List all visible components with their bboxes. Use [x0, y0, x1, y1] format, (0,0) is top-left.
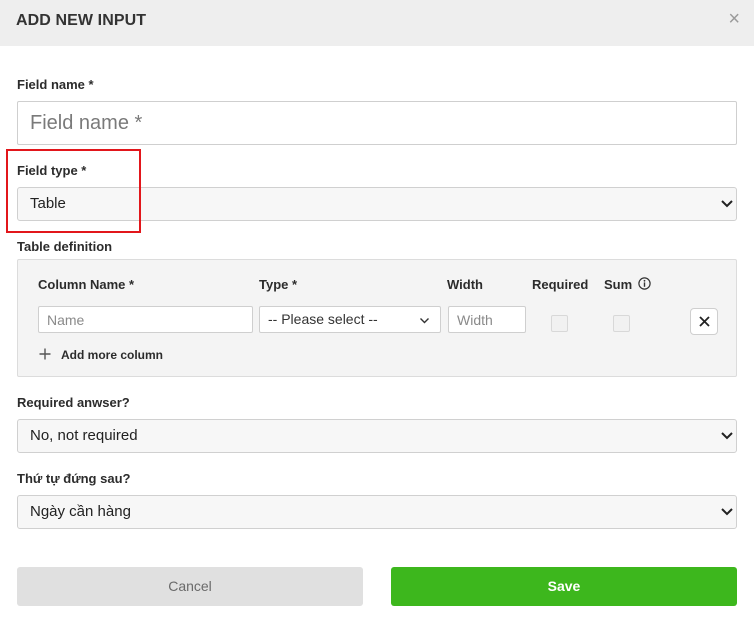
save-button[interactable]: Save [391, 567, 737, 606]
required-answer-select[interactable]: No, not required [17, 419, 737, 453]
required-answer-value: No, not required [30, 427, 138, 444]
chevron-down-icon [721, 200, 733, 208]
close-icon[interactable]: × [728, 9, 740, 29]
field-type-select[interactable]: Table [17, 187, 737, 221]
add-more-column-label: Add more column [61, 348, 164, 362]
column-name-header: Column Name * [38, 277, 135, 292]
info-icon[interactable] [638, 277, 651, 290]
column-type-value: -- Please select -- [268, 311, 378, 327]
order-after-value: Ngày cần hàng [30, 503, 131, 520]
field-name-input[interactable] [17, 101, 737, 145]
field-name-label: Field name * [17, 77, 94, 92]
required-header: Required [532, 277, 589, 292]
sum-header: Sum [604, 277, 633, 292]
modal-title: ADD NEW INPUT [16, 12, 147, 29]
chevron-down-icon [420, 318, 429, 324]
plus-icon [39, 348, 51, 360]
required-answer-label: Required anwser? [17, 395, 130, 410]
column-name-input[interactable] [38, 306, 253, 333]
type-header: Type * [259, 277, 298, 292]
field-type-label: Field type * [17, 163, 87, 178]
column-width-input[interactable] [448, 306, 526, 333]
order-after-label: Thứ tự đứng sau? [17, 471, 131, 486]
chevron-down-icon [721, 432, 733, 440]
table-definition-panel: Column Name * Type * Width Required Sum … [17, 259, 737, 377]
remove-column-button[interactable] [690, 308, 718, 335]
modal-header: ADD NEW INPUT × [0, 0, 754, 46]
width-header: Width [447, 277, 483, 292]
cancel-button[interactable]: Cancel [17, 567, 363, 606]
column-type-select[interactable]: -- Please select -- [259, 306, 441, 333]
field-type-value: Table [30, 195, 66, 212]
chevron-down-icon [721, 508, 733, 516]
close-icon [699, 316, 710, 327]
sum-checkbox[interactable] [613, 315, 630, 332]
required-checkbox[interactable] [551, 315, 568, 332]
order-after-select[interactable]: Ngày cần hàng [17, 495, 737, 529]
table-definition-label: Table definition [17, 239, 113, 254]
